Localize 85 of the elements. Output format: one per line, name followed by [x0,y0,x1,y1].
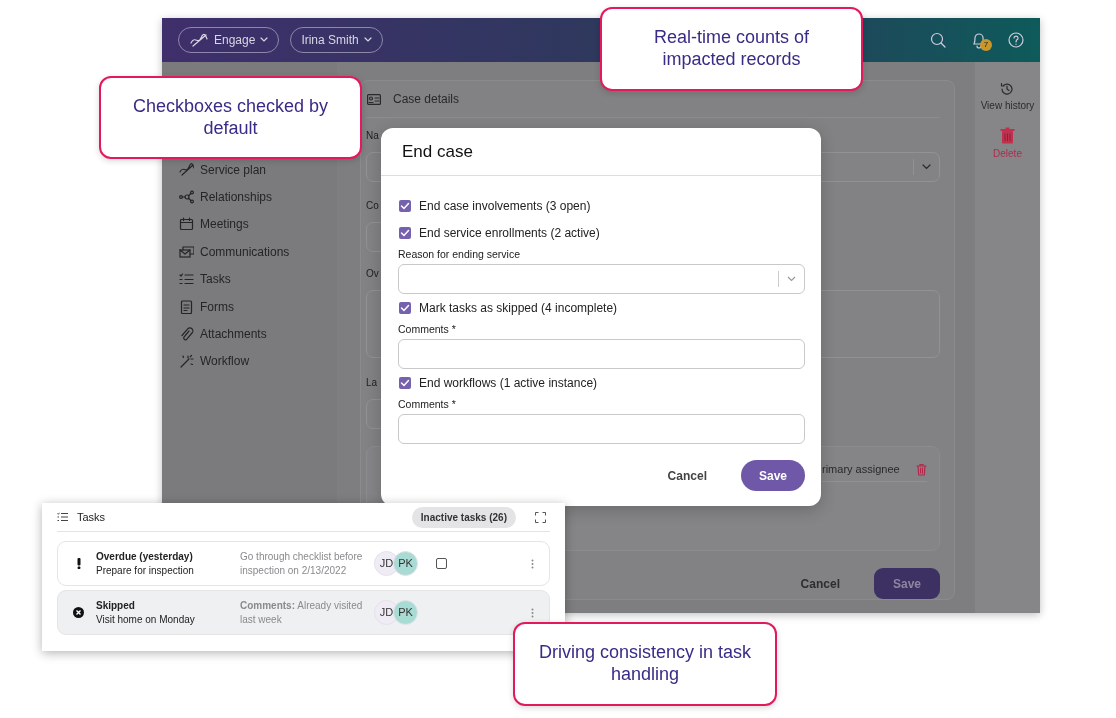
task-row[interactable]: Skipped Visit home on Monday Comments: Already visited last week JD PK [57,590,550,635]
field-label: Na [366,129,379,143]
sidebar-item[interactable]: Workflow [162,347,337,376]
history-button[interactable]: View history [980,98,1035,113]
checklist-icon [57,512,69,522]
trash-icon [1000,127,1015,144]
sidebar-item-label[interactable]: Meetings [200,215,249,234]
input-field[interactable] [398,339,805,369]
chevron-down-icon [260,37,269,43]
sidebar-item-label[interactable]: Communications [200,242,290,261]
avatar: PK [393,600,418,625]
sidebar-item-label[interactable]: Service plan [200,160,267,179]
select-field[interactable] [398,264,805,294]
sidebar-item-label[interactable]: Forms [200,297,234,316]
history-icon [1000,82,1015,96]
avatar: PK [393,551,418,576]
checkbox[interactable] [399,200,411,212]
id-card-icon [367,93,381,105]
paperclip-icon [179,327,194,342]
document-icon [179,299,194,314]
task-note: Go through checklist before inspection on 2/13/2022 [240,549,364,578]
checkbox[interactable] [436,558,447,569]
exclamation-icon [76,558,81,569]
field-label: La [366,376,378,390]
check-icon [399,302,411,314]
kebab-menu-icon[interactable] [531,558,534,569]
modal-title: End case [401,141,473,163]
checklist-icon [179,272,194,287]
chevron-down-icon [922,164,931,170]
field-label: Ov [366,267,379,281]
field-label: Comments * [398,322,456,337]
save-button[interactable]: Save [740,460,805,491]
field-label: Comments * [398,397,456,412]
task-status: Overdue (yesterday) [96,549,193,564]
field-label: Reason for ending service [398,247,520,262]
search-icon[interactable] [930,32,946,48]
cancel-button[interactable]: Cancel [661,465,713,486]
sidebar-item[interactable]: Attachments [162,320,337,348]
sidebar-item-label[interactable]: Attachments [200,325,267,344]
sidebar-item[interactable]: Relationships [162,183,337,211]
checkbox-label[interactable]: End case involvements (3 open) [419,197,591,215]
expand-icon[interactable] [535,511,546,523]
check-icon [399,200,411,212]
check-icon [399,377,411,389]
calendar-icon [179,217,194,232]
sidebar-item[interactable]: Communications [162,238,337,266]
chevron-down-icon [787,276,796,282]
sidebar-item[interactable]: Meetings [162,210,337,239]
sidebar-item[interactable]: Service plan [162,156,337,184]
checkbox-label[interactable]: End service enrollments (2 active) [419,224,600,242]
task-name: Prepare for inspection [96,563,194,578]
task-name: Visit home on Monday [96,612,195,627]
help-icon[interactable] [1008,32,1024,48]
panel-title: Tasks [77,509,106,525]
chevron-down-icon [363,37,372,43]
callout: Checkboxes checked by default [99,76,362,159]
network-icon [179,190,194,205]
bell-icon[interactable] [971,32,987,50]
callout: Real-time counts of impacted records [600,7,863,91]
magic-wand-icon [179,354,194,369]
checkbox-label[interactable]: Mark tasks as skipped (4 incomplete) [419,299,618,317]
save-button[interactable]: Save [873,568,940,599]
checkbox[interactable] [399,227,411,239]
input-field[interactable] [398,414,805,444]
section-title: Case details [393,91,460,108]
field-label: Co [366,199,379,213]
task-row[interactable]: Overdue (yesterday) Prepare for inspection Go through checklist before inspection on 2/13/2022 JD PK [57,541,550,586]
sidebar-item[interactable]: Tasks [162,265,337,293]
kebab-menu-icon[interactable] [531,607,534,618]
sidebar-item-label[interactable]: Tasks [200,270,231,289]
assignee-label: rimary assignee [822,461,900,477]
task-status: Skipped [96,598,135,613]
cancel-button[interactable]: Cancel [794,573,846,594]
callout: Driving consistency in task handling [513,622,777,706]
envelope-icon [179,244,194,259]
sidebar-item-label[interactable]: Workflow [200,352,250,371]
sidebar-item-label[interactable]: Relationships [200,188,273,207]
notification-badge: 7 [980,38,992,51]
check-icon [399,227,411,239]
checkbox[interactable] [399,377,411,389]
x-circle-icon [73,607,84,618]
sidebar-item[interactable]: Forms [162,292,337,321]
task-note: Comments: Already visited last week [240,598,364,627]
checkbox-label[interactable]: End workflows (1 active instance) [419,374,598,392]
checkbox[interactable] [399,302,411,314]
